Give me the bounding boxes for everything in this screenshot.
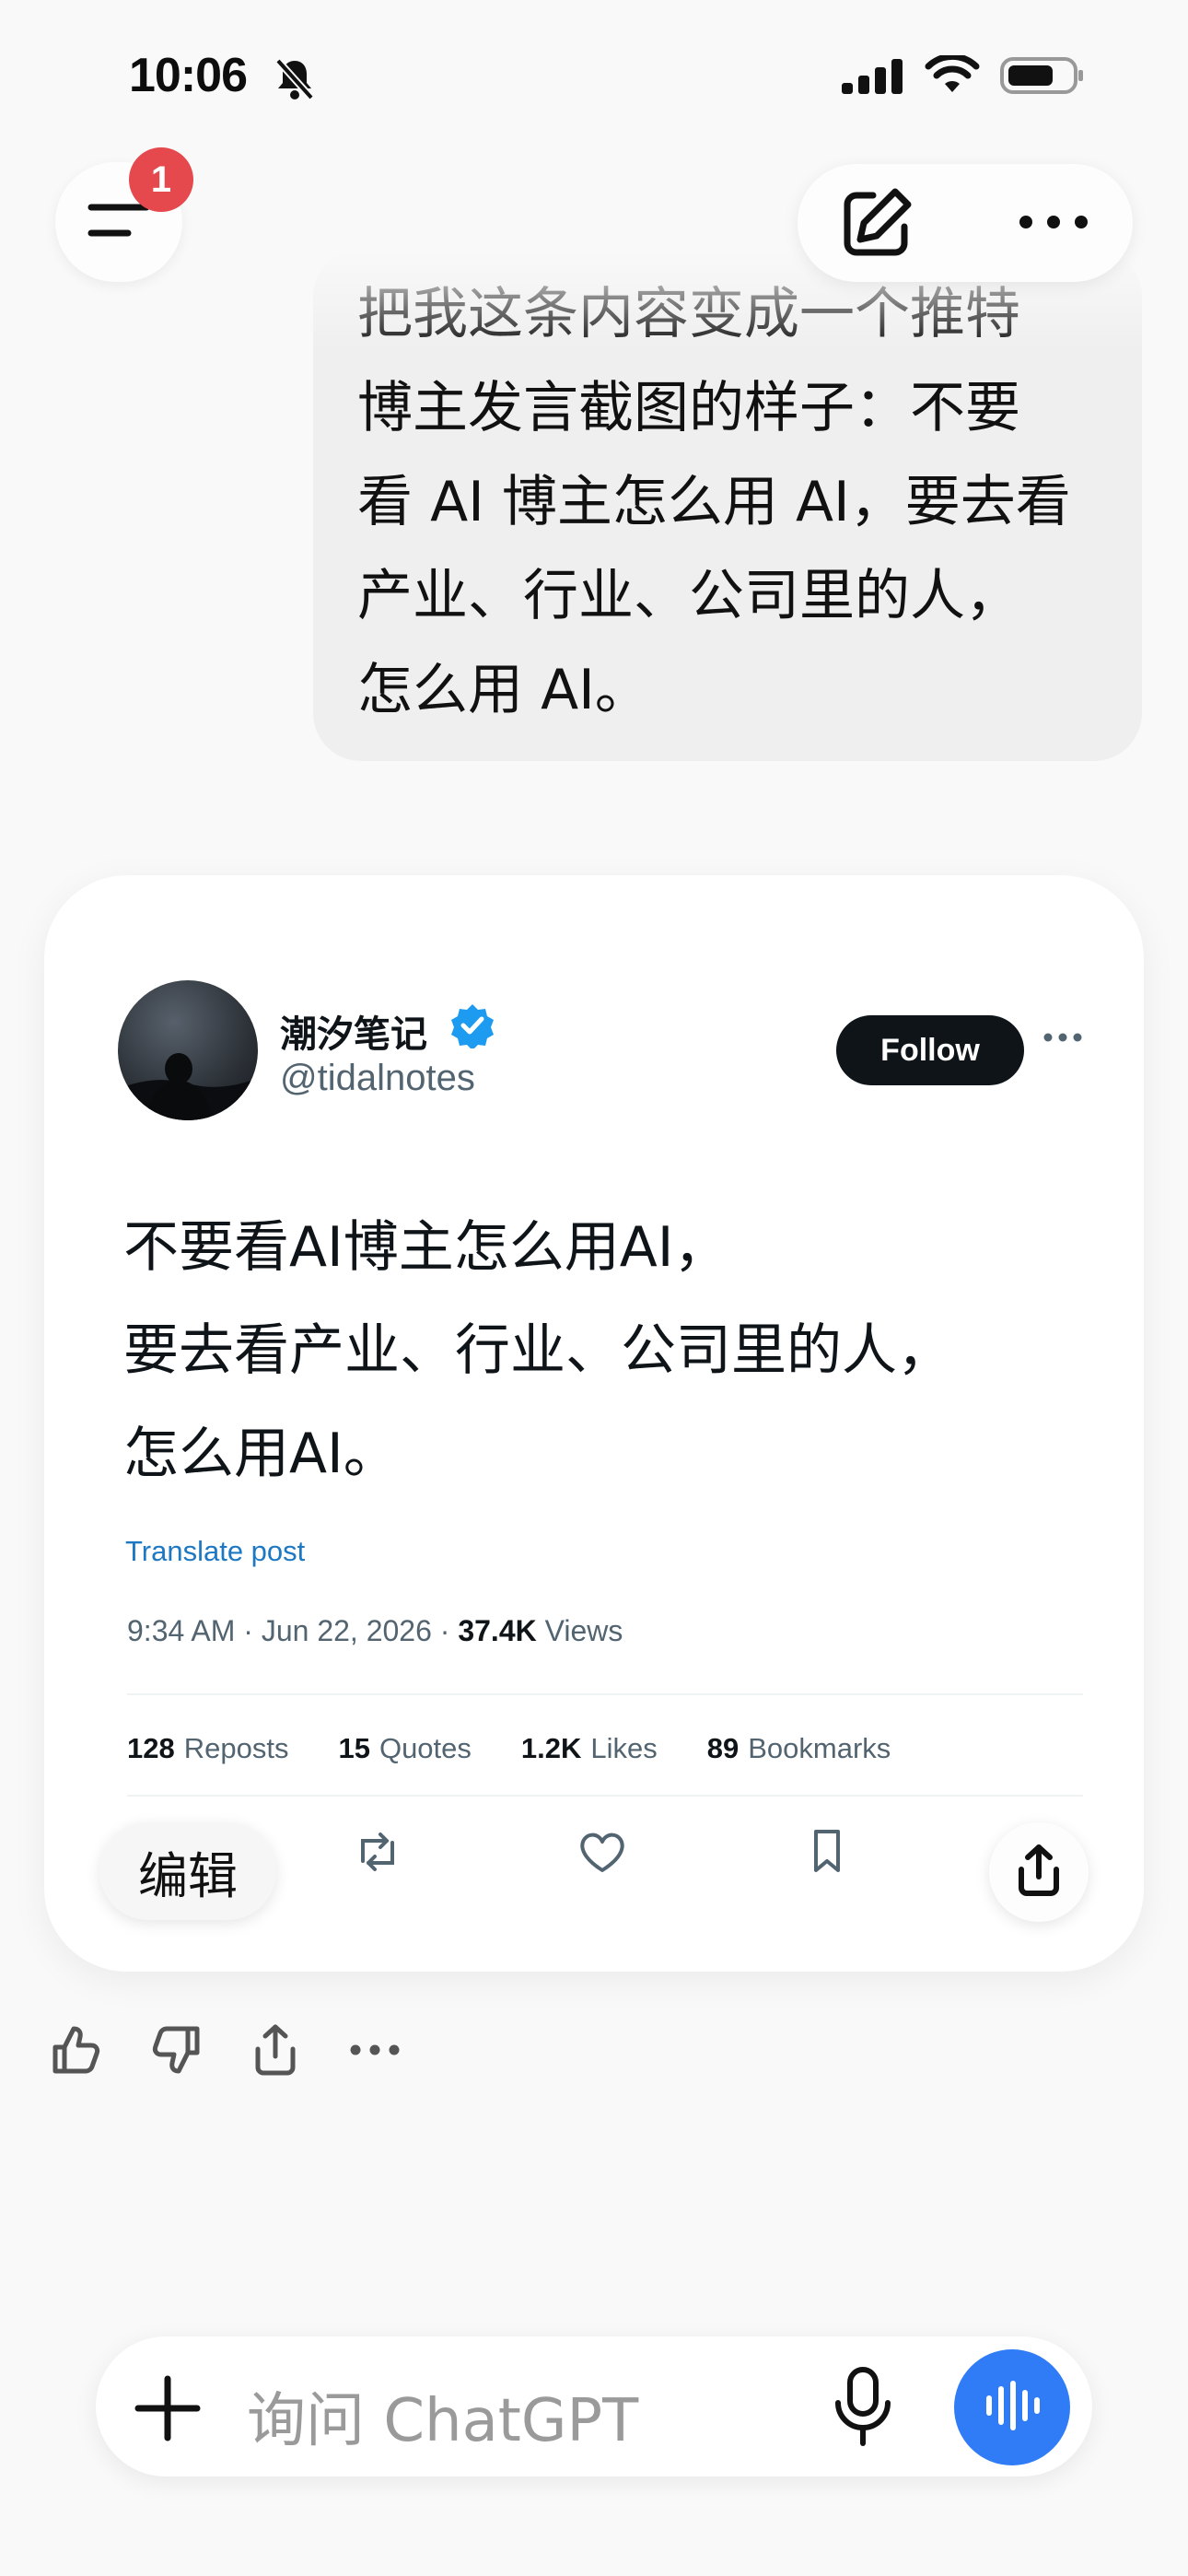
views-label: Views xyxy=(536,1614,623,1647)
plus-icon xyxy=(133,2375,203,2447)
stat-label: Reposts xyxy=(183,1732,289,1764)
tweet-meta: 9:34 AM · Jun 22, 2026 · 37.4K Views xyxy=(127,1614,623,1648)
avatar[interactable] xyxy=(118,980,258,1120)
status-icons xyxy=(842,53,1085,100)
notification-badge: 1 xyxy=(129,147,193,212)
stat-count: 15 xyxy=(338,1732,370,1764)
heart-icon[interactable] xyxy=(575,1824,630,1879)
stat-bookmarks[interactable]: 89 Bookmarks xyxy=(707,1732,891,1765)
repost-icon[interactable] xyxy=(350,1824,405,1879)
tweet-more-button[interactable] xyxy=(1042,1030,1083,1048)
stat-reposts[interactable]: 128 Reposts xyxy=(127,1732,288,1765)
stat-count: 1.2K xyxy=(520,1732,582,1764)
stat-label: Quotes xyxy=(379,1732,472,1764)
ellipsis-icon xyxy=(1042,1030,1083,1048)
tweet-text-line: 不要看AI博主怎么用AI， xyxy=(123,1215,729,1280)
battery-icon xyxy=(1000,55,1085,100)
user-message-line: 产业、行业、公司里的人， xyxy=(357,564,1020,628)
verified-badge-icon xyxy=(449,1002,495,1050)
dictate-button[interactable] xyxy=(831,2366,895,2453)
share-icon[interactable] xyxy=(247,2021,304,2082)
follow-button[interactable]: Follow xyxy=(836,1015,1024,1085)
wifi-icon xyxy=(925,53,980,100)
user-message-line: 怎么用 AI。 xyxy=(357,658,650,722)
user-handle[interactable]: @tidalnotes xyxy=(280,1058,475,1099)
display-name[interactable]: 潮汐笔记 xyxy=(280,1004,427,1058)
tweet-text: 不要看AI博主怎么用AI， 要去看产业、行业、公司里的人， 怎么用AI。 xyxy=(123,1196,1044,1505)
thumbs-up-icon[interactable] xyxy=(48,2021,105,2082)
tweet-stats: 128 Reposts 15 Quotes 1.2K Likes 89 Bookmark… xyxy=(127,1732,891,1765)
stat-label: Likes xyxy=(590,1732,658,1764)
divider xyxy=(127,1693,1083,1695)
translate-link[interactable]: Translate post xyxy=(125,1535,305,1568)
user-message-text: 把我这条内容变成一个推特 博主发言截图的样子：不要 看 AI 博主怎么用 AI，… xyxy=(357,267,1112,737)
stat-likes[interactable]: 1.2K Likes xyxy=(521,1732,658,1765)
stat-quotes[interactable]: 15 Quotes xyxy=(338,1732,471,1765)
compose-icon xyxy=(834,188,917,269)
add-attachment-button[interactable] xyxy=(133,2373,203,2447)
stat-count: 128 xyxy=(127,1732,175,1764)
divider xyxy=(127,1795,1083,1797)
stat-label: Bookmarks xyxy=(748,1732,891,1764)
ellipsis-icon xyxy=(1017,216,1090,240)
user-message-line: 博主发言截图的样子：不要 xyxy=(357,376,1020,440)
waveform-icon xyxy=(982,2380,1042,2435)
views-count: 37.4K xyxy=(458,1614,537,1647)
thumbs-down-icon[interactable] xyxy=(147,2021,204,2082)
bookmark-icon[interactable] xyxy=(799,1824,855,1879)
tweet-text-line: 怎么用AI。 xyxy=(123,1422,399,1486)
new-chat-button[interactable] xyxy=(834,182,917,269)
microphone-icon xyxy=(831,2367,895,2453)
share-image-button[interactable] xyxy=(989,1822,1089,1922)
more-options-button[interactable] xyxy=(1017,208,1090,240)
edit-button[interactable]: 编辑 xyxy=(99,1822,276,1920)
message-input[interactable]: 询问 ChatGPT xyxy=(247,2373,638,2458)
bell-muted-icon xyxy=(274,57,315,105)
status-time: 10:06 xyxy=(129,49,248,102)
voice-mode-button[interactable] xyxy=(954,2349,1070,2465)
timestamp: 9:34 AM · Jun 22, 2026 · xyxy=(127,1614,459,1647)
signal-icon xyxy=(842,57,904,98)
more-icon[interactable] xyxy=(346,2041,403,2063)
share-icon xyxy=(1010,1842,1067,1903)
tweet-text-line: 要去看产业、行业、公司里的人， xyxy=(123,1318,952,1383)
stat-count: 89 xyxy=(706,1732,740,1764)
response-actions xyxy=(48,2021,403,2082)
user-message-line: 看 AI 博主怎么用 AI，要去看 xyxy=(357,470,1071,534)
